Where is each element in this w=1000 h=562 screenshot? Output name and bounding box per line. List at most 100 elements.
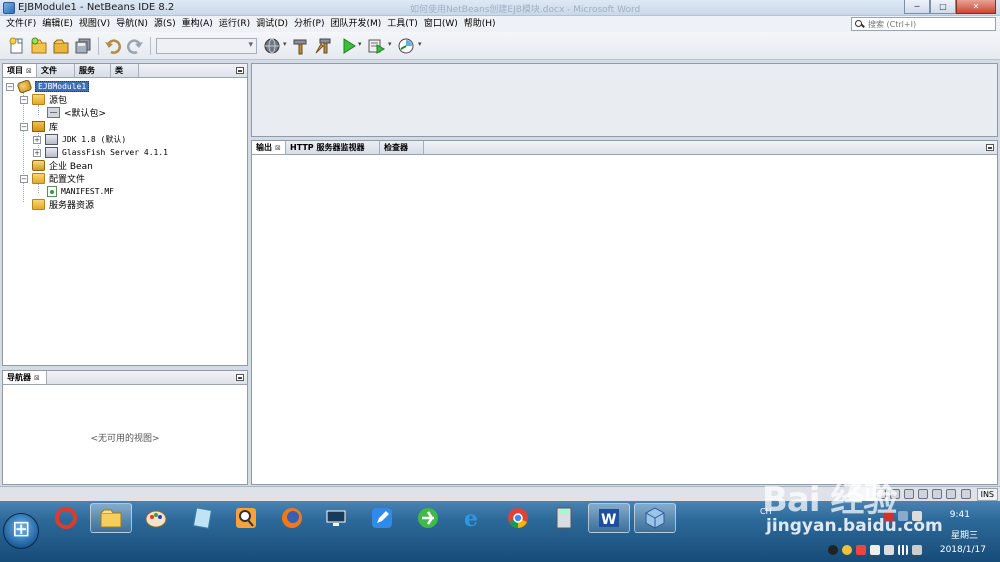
tree-node-server-resources[interactable]: 服务器资源 (32, 198, 94, 211)
tree-node-manifest[interactable]: MANIFEST.MF (47, 185, 114, 198)
tree-node-enterprise-beans[interactable]: 企业 Bean (32, 159, 93, 172)
taskbar-app-netbeans[interactable] (634, 503, 676, 533)
tree-node-config-files[interactable]: − 配置文件 (20, 172, 85, 185)
minimize-panel-icon[interactable] (236, 374, 244, 381)
redo-icon[interactable] (126, 37, 144, 55)
taskbar-app-paint[interactable] (136, 503, 176, 533)
chevron-down-icon[interactable]: ▾ (418, 40, 422, 48)
debug-icon[interactable] (367, 37, 385, 55)
build-hammer-icon[interactable] (292, 37, 310, 55)
tree-node-jdk[interactable]: + JDK 1.8 (默认) (33, 133, 126, 146)
minimize-panel-icon[interactable] (986, 144, 994, 151)
menu-help[interactable]: 帮助(H) (461, 17, 499, 31)
chevron-down-icon[interactable]: ▾ (358, 40, 362, 48)
undo-icon[interactable] (104, 37, 122, 55)
menu-profile[interactable]: 分析(P) (291, 17, 327, 31)
tray-app-icon[interactable] (884, 545, 894, 555)
taskbar-app-sogou-browser[interactable] (46, 503, 86, 533)
tray-app-icon[interactable] (842, 545, 852, 555)
taskbar-app-media-player[interactable] (316, 503, 356, 533)
status-icon[interactable] (904, 489, 914, 499)
status-icon[interactable] (932, 489, 942, 499)
clock-time[interactable]: 9:41 (950, 510, 970, 520)
clean-build-icon[interactable] (314, 37, 332, 55)
taskbar-app-360-browser[interactable] (408, 503, 448, 533)
search-input[interactable] (868, 19, 988, 29)
new-project-icon[interactable] (30, 37, 48, 55)
globe-icon[interactable] (263, 37, 281, 55)
tab-http-monitor[interactable]: HTTP 服务器监视器 (286, 141, 380, 154)
collapse-icon[interactable]: − (20, 122, 28, 131)
taskbar-app-internet-explorer[interactable]: e (452, 503, 492, 533)
toolbar-separator (98, 37, 99, 55)
network-icon[interactable] (898, 545, 908, 555)
background-window-title: 如何使用NetBeans创建EJB模块.docx - Microsoft Wor… (410, 5, 641, 15)
tab-inspector[interactable]: 检查器 (380, 141, 424, 154)
menu-run[interactable]: 运行(R) (216, 17, 253, 31)
menu-source[interactable]: 源(S) (151, 17, 179, 31)
tab-close-icon[interactable]: ⊠ (275, 142, 281, 155)
taskbar-app-word[interactable]: W (588, 503, 630, 533)
tree-node-libraries[interactable]: − 库 (20, 120, 58, 133)
start-button[interactable] (3, 513, 39, 549)
close-button[interactable]: ✕ (956, 0, 996, 14)
taskbar-app-file-explorer[interactable] (90, 503, 132, 533)
tab-files[interactable]: 文件 (37, 64, 75, 77)
tree-node-source-packages[interactable]: − 源包 (20, 93, 67, 106)
save-all-icon[interactable] (74, 37, 92, 55)
collapse-icon[interactable]: − (20, 95, 28, 104)
taskbar-app-notes[interactable] (182, 503, 222, 533)
menu-refactor[interactable]: 重构(A) (179, 17, 216, 31)
tab-close-icon[interactable]: ⊠ (34, 372, 40, 385)
menu-debug[interactable]: 调试(D) (253, 17, 291, 31)
taskbar-app-chrome[interactable] (498, 503, 538, 533)
tab-output[interactable]: 输出 ⊠ (252, 141, 286, 154)
chevron-down-icon[interactable]: ▾ (388, 40, 392, 48)
collapse-icon[interactable]: − (6, 82, 14, 91)
taskbar-app-firefox[interactable] (272, 503, 312, 533)
volume-icon[interactable] (912, 545, 922, 555)
editor-area (251, 63, 998, 137)
tab-navigator[interactable]: 导航器 ⊠ (3, 371, 47, 384)
collapse-icon[interactable]: − (20, 174, 28, 183)
configuration-select[interactable] (156, 38, 257, 54)
expand-icon[interactable]: + (33, 148, 41, 157)
maximize-button[interactable]: □ (930, 0, 956, 14)
taskbar-app-calculator[interactable] (544, 503, 584, 533)
clock-day[interactable]: 星期三 (951, 528, 978, 541)
minimize-button[interactable]: ─ (904, 0, 930, 14)
tab-classes[interactable]: 类 (111, 64, 139, 77)
new-file-icon[interactable] (8, 37, 26, 55)
menu-navigate[interactable]: 导航(N) (113, 17, 151, 31)
menu-file[interactable]: 文件(F) (3, 17, 39, 31)
monitor-icon (326, 510, 346, 526)
wrench-icon[interactable] (961, 489, 971, 499)
tray-app-icon[interactable] (856, 545, 866, 555)
chevron-down-icon[interactable]: ▾ (283, 40, 287, 48)
menu-window[interactable]: 窗口(W) (421, 17, 461, 31)
tab-close-icon[interactable]: ⊠ (26, 65, 32, 78)
tree-node-project[interactable]: − EJBModule1 (6, 79, 90, 94)
tab-projects[interactable]: 项目 ⊠ (3, 64, 37, 77)
menu-tools[interactable]: 工具(T) (384, 17, 421, 31)
quick-search[interactable] (851, 17, 996, 31)
tree-node-default-package[interactable]: <默认包> (47, 106, 106, 119)
qq-icon[interactable] (828, 545, 838, 555)
taskbar-app-sticky-app[interactable] (362, 503, 402, 533)
tab-services[interactable]: 服务 (75, 64, 111, 77)
minimize-panel-icon[interactable] (236, 67, 244, 74)
menu-team[interactable]: 团队开发(M) (328, 17, 385, 31)
tree-node-glassfish[interactable]: + GlassFish Server 4.1.1 (33, 146, 168, 159)
tree-node-label: 服务器资源 (49, 201, 95, 211)
taskbar-app-search-tool[interactable] (226, 503, 266, 533)
expand-icon[interactable]: + (33, 135, 41, 144)
clock-date[interactable]: 2018/1/17 (940, 545, 986, 555)
profile-icon[interactable] (397, 37, 415, 55)
person-icon[interactable] (946, 489, 956, 499)
menu-view[interactable]: 视图(V) (76, 17, 113, 31)
run-icon[interactable] (340, 37, 358, 55)
open-project-icon[interactable] (52, 37, 70, 55)
status-icon[interactable] (918, 489, 928, 499)
tray-app-icon[interactable] (870, 545, 880, 555)
menu-edit[interactable]: 编辑(E) (39, 17, 76, 31)
